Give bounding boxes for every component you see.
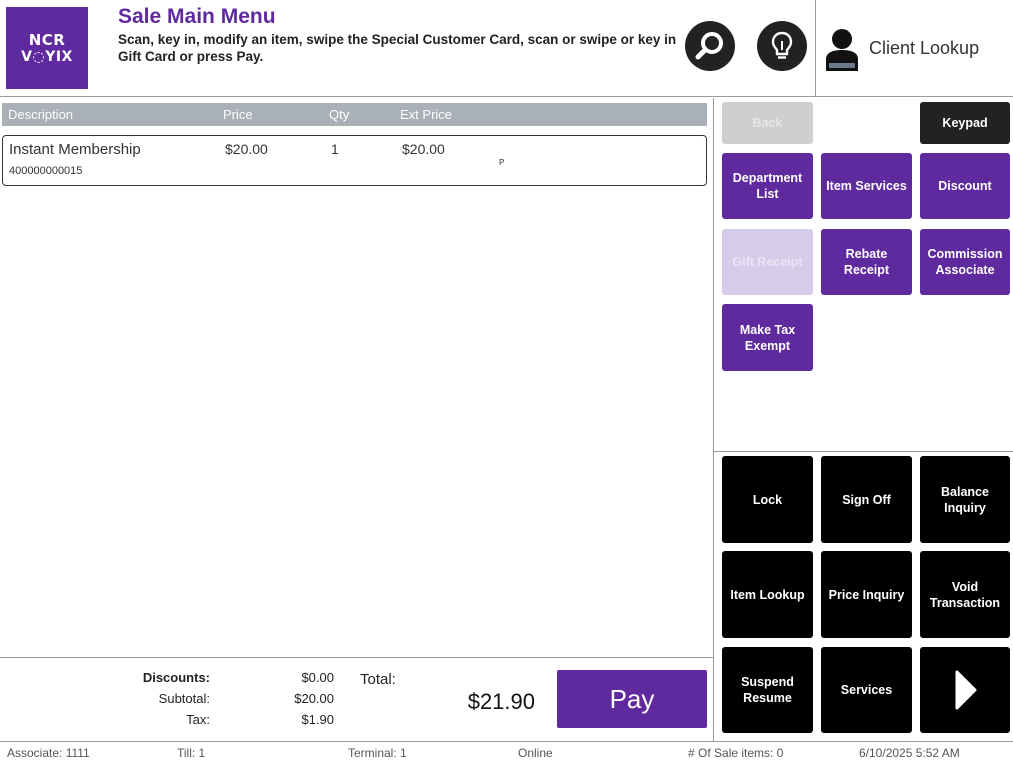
item-qty: 1 bbox=[331, 141, 339, 157]
hint-button[interactable] bbox=[757, 21, 807, 71]
search-icon bbox=[695, 32, 723, 60]
client-lookup-label: Client Lookup bbox=[869, 38, 980, 58]
back-button[interactable]: Back bbox=[722, 102, 813, 144]
item-sku: 400000000015 bbox=[9, 165, 83, 177]
void-transaction-button[interactable]: Void Transaction bbox=[920, 551, 1010, 638]
column-price: Price bbox=[223, 107, 253, 122]
status-associate: Associate: 1111 bbox=[7, 746, 90, 760]
ncr-voyix-logo: NCR V◌YIX bbox=[6, 7, 88, 89]
item-lookup-button[interactable]: Item Lookup bbox=[722, 551, 813, 638]
item-description: Instant Membership bbox=[9, 141, 141, 158]
discount-button[interactable]: Discount bbox=[920, 153, 1010, 219]
sale-item-list: Description Price Qty Ext Price Instant … bbox=[0, 98, 713, 657]
sign-off-button[interactable]: Sign Off bbox=[821, 456, 912, 543]
search-button[interactable] bbox=[685, 21, 735, 71]
totals-panel: Discounts: $0.00 Subtotal: $20.00 Tax: $… bbox=[0, 657, 713, 741]
services-button[interactable]: Services bbox=[821, 647, 912, 733]
subtotal-value: $20.00 bbox=[294, 691, 334, 706]
column-ext-price: Ext Price bbox=[400, 107, 453, 122]
keypad-button[interactable]: Keypad bbox=[920, 102, 1010, 144]
total-value: $21.90 bbox=[467, 689, 535, 714]
suspend-resume-button[interactable]: Suspend Resume bbox=[722, 647, 813, 733]
client-lookup-button[interactable]: Client Lookup bbox=[815, 0, 1013, 97]
make-tax-exempt-button[interactable]: Make Tax Exempt bbox=[722, 304, 813, 371]
item-price: $20.00 bbox=[225, 141, 268, 157]
status-connection: Online bbox=[518, 746, 553, 760]
column-description: Description bbox=[8, 107, 74, 122]
lock-button[interactable]: Lock bbox=[722, 456, 813, 543]
discounts-label: Discounts: bbox=[142, 670, 210, 685]
price-inquiry-button[interactable]: Price Inquiry bbox=[821, 551, 912, 638]
item-flag: P bbox=[499, 158, 505, 167]
tax-label: Tax: bbox=[186, 712, 210, 727]
item-ext-price: $20.00 bbox=[402, 141, 445, 157]
column-qty: Qty bbox=[329, 107, 350, 122]
logo-line1: NCR bbox=[28, 30, 66, 49]
status-till: Till: 1 bbox=[177, 746, 206, 760]
next-page-button[interactable] bbox=[920, 647, 1010, 733]
department-list-button[interactable]: Department List bbox=[722, 153, 813, 219]
divider bbox=[713, 98, 714, 741]
divider bbox=[714, 451, 1013, 452]
person-icon bbox=[826, 28, 858, 71]
pay-button[interactable]: Pay bbox=[557, 670, 707, 728]
logo-line2: V◌YIX bbox=[21, 48, 73, 65]
status-datetime: 6/10/2025 5:52 AM bbox=[859, 746, 960, 760]
item-services-button[interactable]: Item Services bbox=[821, 153, 912, 219]
total-label: Total: bbox=[360, 671, 396, 688]
list-item[interactable]: Instant Membership 400000000015 $20.00 1… bbox=[2, 135, 707, 186]
page-instructions: Scan, key in, modify an item, swipe the … bbox=[118, 32, 677, 64]
status-terminal: Terminal: 1 bbox=[348, 746, 407, 760]
list-header: Description Price Qty Ext Price bbox=[2, 103, 707, 126]
status-sale-items: # Of Sale items: 0 bbox=[688, 746, 784, 760]
balance-inquiry-button[interactable]: Balance Inquiry bbox=[920, 456, 1010, 543]
rebate-receipt-button[interactable]: Rebate Receipt bbox=[821, 229, 912, 295]
commission-associate-button[interactable]: Commission Associate bbox=[920, 229, 1010, 295]
arrow-right-icon bbox=[955, 670, 977, 710]
lightbulb-icon bbox=[771, 31, 793, 59]
gift-receipt-button[interactable]: Gift Receipt bbox=[722, 229, 813, 295]
subtotal-label: Subtotal: bbox=[158, 691, 210, 706]
header: NCR V◌YIX Sale Main Menu Scan, key in, m… bbox=[0, 0, 1013, 97]
status-bar: Associate: 1111 Till: 1 Terminal: 1 Onli… bbox=[0, 741, 1013, 762]
discounts-value: $0.00 bbox=[301, 670, 334, 685]
tax-value: $1.90 bbox=[301, 712, 334, 727]
page-title: Sale Main Menu bbox=[118, 5, 276, 28]
